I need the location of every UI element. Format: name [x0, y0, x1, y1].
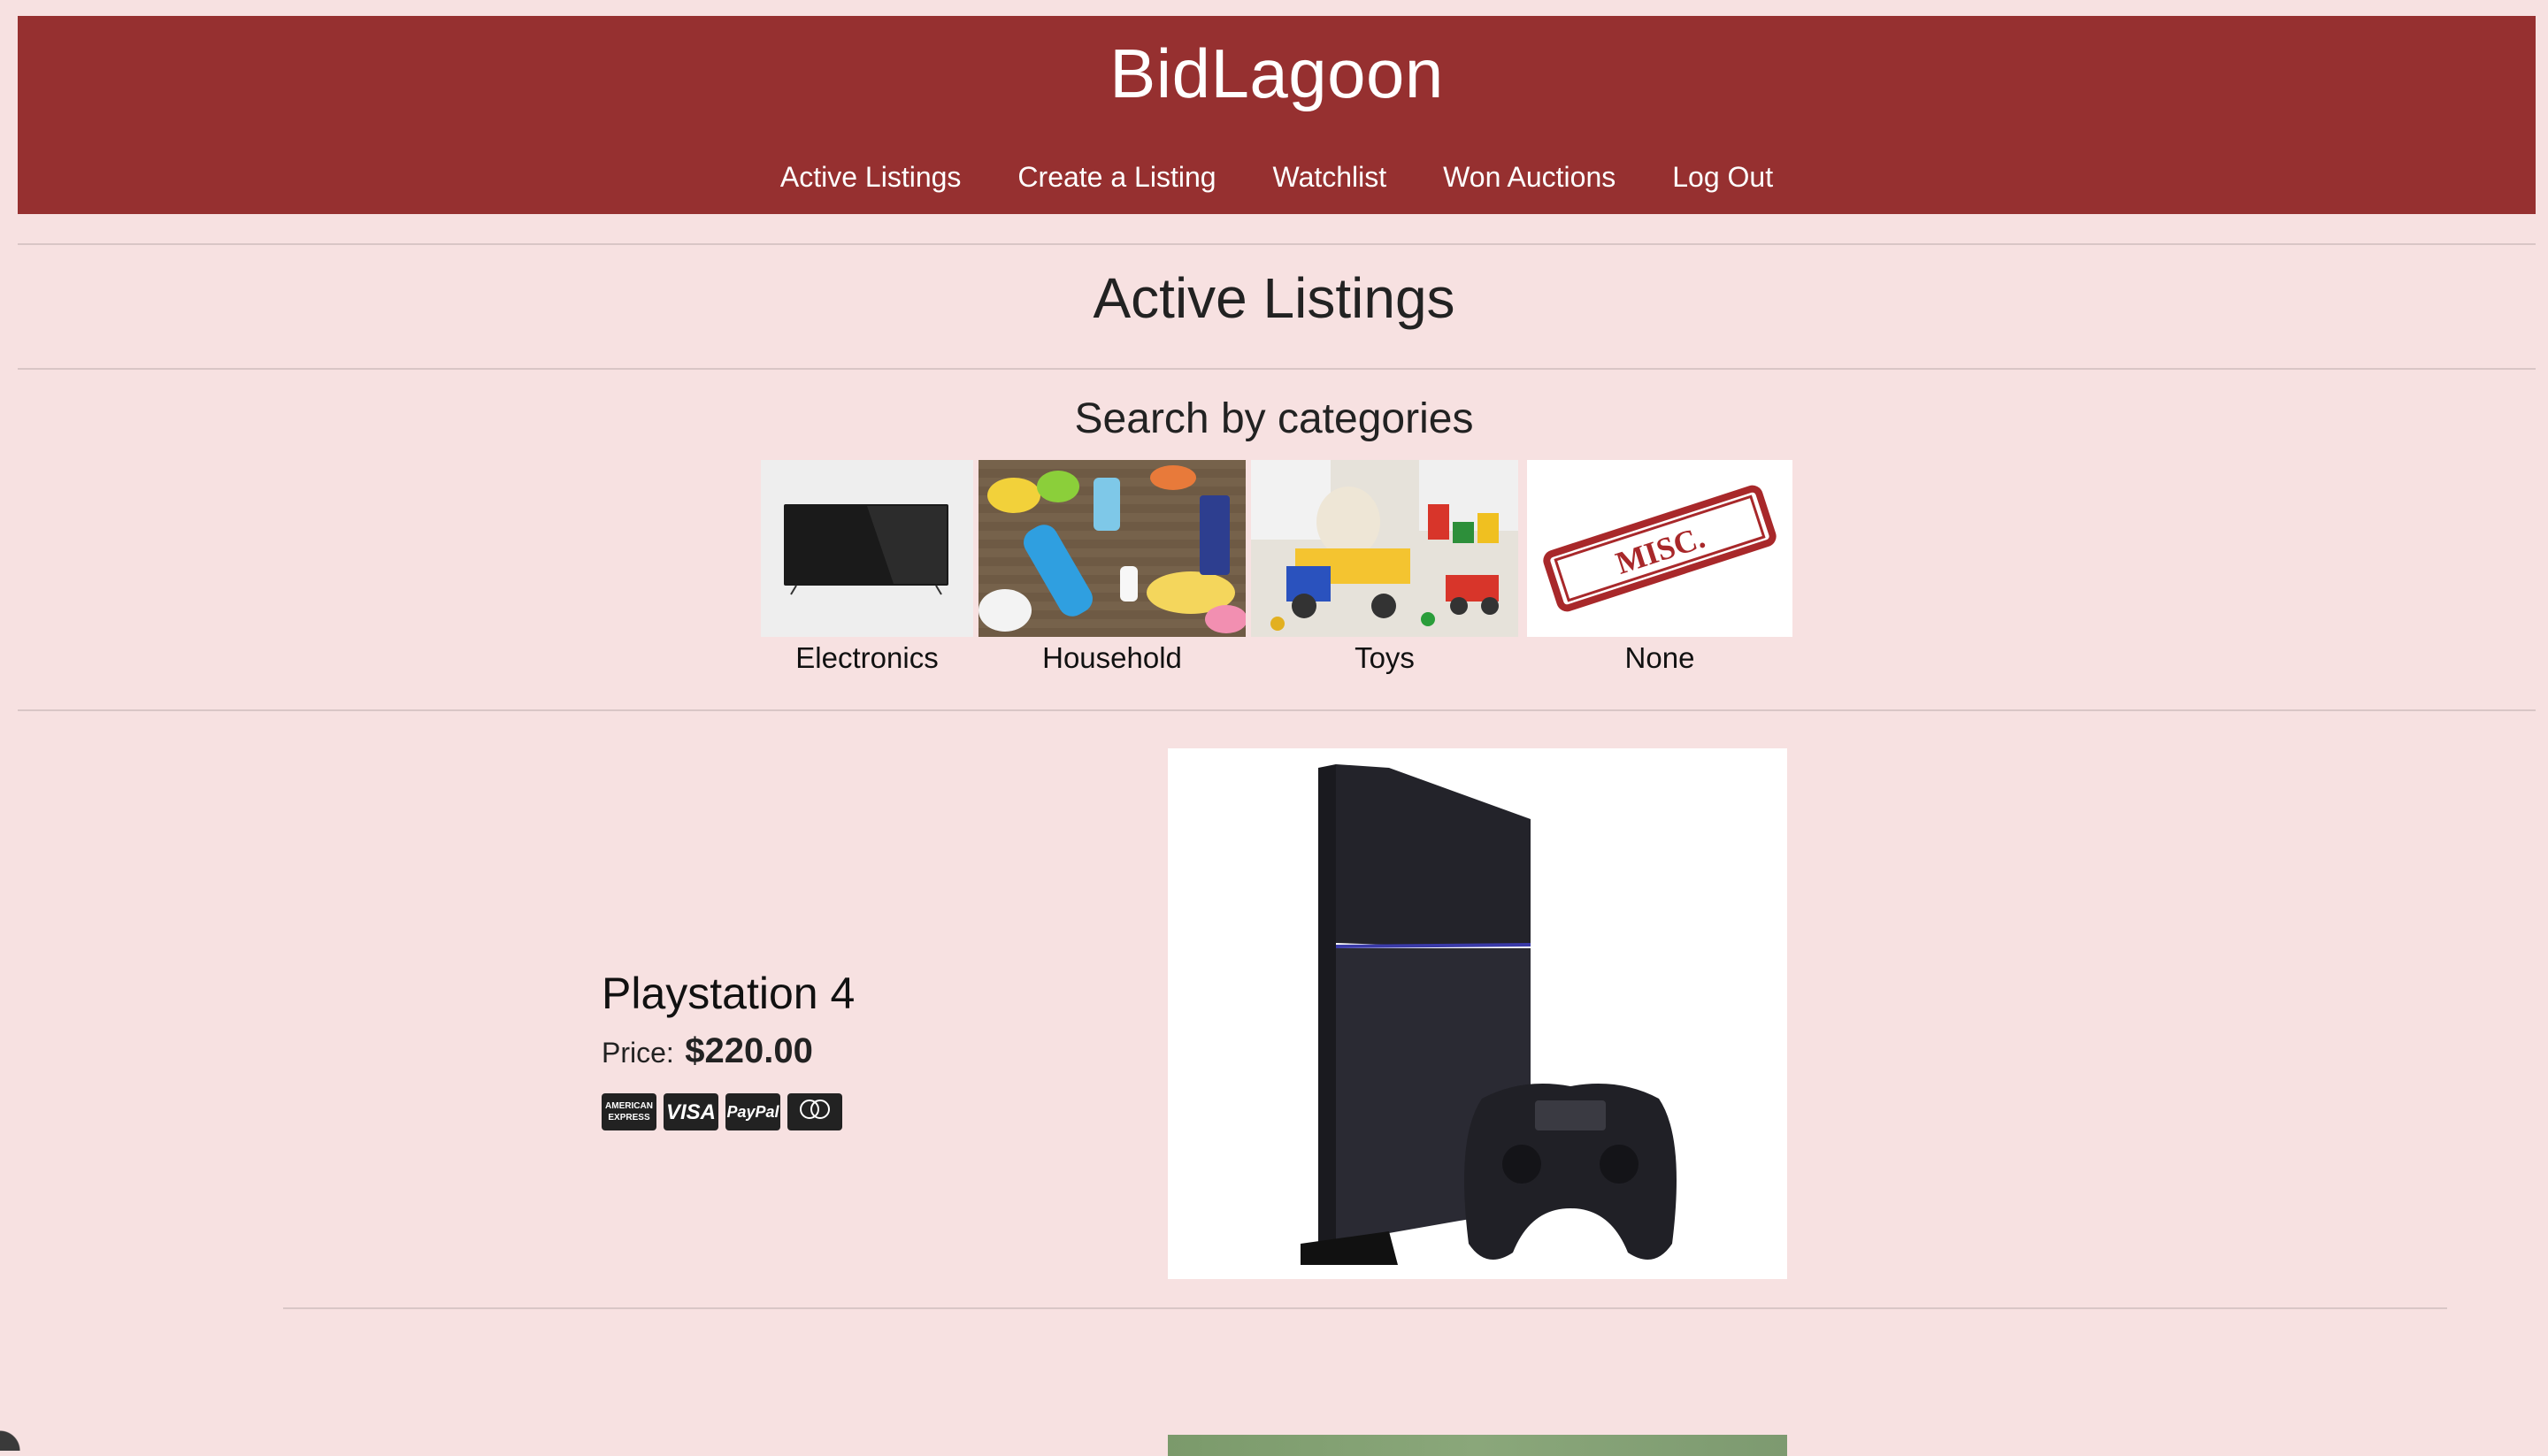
listing-title[interactable]: Playstation 4	[602, 968, 855, 1019]
category-label-toys[interactable]: Toys	[1251, 641, 1518, 675]
brand-title: BidLagoon	[1109, 34, 1444, 112]
next-listing-image[interactable]	[1168, 1435, 1787, 1456]
divider	[18, 243, 2536, 245]
category-label-household[interactable]: Household	[979, 641, 1246, 675]
category-list: Electronics Household Toys MISC. None	[0, 460, 2548, 681]
price-label: Price:	[602, 1037, 674, 1069]
visa-icon: VISA	[664, 1093, 718, 1130]
paypal-icon: PayPal	[725, 1093, 780, 1130]
divider	[18, 709, 2536, 711]
tv-image[interactable]	[761, 460, 973, 637]
category-label-none[interactable]: None	[1527, 641, 1792, 675]
site-header: BidLagoon Active Listings Create a Listi…	[18, 16, 2536, 214]
mastercard-icon	[787, 1093, 842, 1130]
categories-heading: Search by categories	[1074, 395, 1474, 442]
toys-image[interactable]	[1251, 460, 1518, 637]
nav-won-auctions[interactable]: Won Auctions	[1443, 161, 1616, 194]
window-corner	[0, 1415, 35, 1451]
divider	[18, 368, 2536, 370]
nav-log-out[interactable]: Log Out	[1672, 161, 1773, 194]
page-title: Active Listings	[1093, 266, 1455, 330]
payment-methods: AMERICAN EXPRESS VISA PayPal	[602, 1093, 842, 1130]
category-label-electronics[interactable]: Electronics	[761, 641, 973, 675]
cleaning-supplies-image[interactable]	[979, 460, 1246, 637]
playstation-4-console-image[interactable]	[1168, 748, 1787, 1279]
nav-watchlist[interactable]: Watchlist	[1273, 161, 1387, 194]
nav-create-listing[interactable]: Create a Listing	[1017, 161, 1216, 194]
miscellaneous-stamp-image[interactable]: MISC.	[1527, 460, 1792, 637]
divider	[283, 1307, 2447, 1309]
amex-icon: AMERICAN EXPRESS	[602, 1093, 656, 1130]
listing-price: Price: $220.00	[602, 1031, 813, 1071]
price-value: $220.00	[685, 1031, 813, 1070]
main-nav: Active Listings Create a Listing Watchli…	[18, 161, 2536, 194]
nav-active-listings[interactable]: Active Listings	[780, 161, 962, 194]
